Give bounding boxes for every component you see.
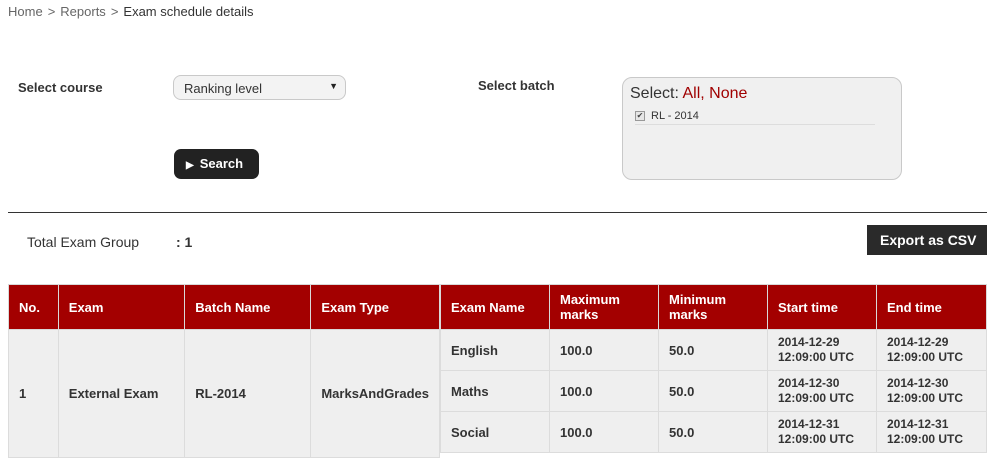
exam-group-table: No. Exam Batch Name Exam Type 1 External… xyxy=(8,284,440,458)
cell-exam: External Exam xyxy=(57,329,186,458)
table-row: Social 100.0 50.0 2014-12-31 12:09:00 UT… xyxy=(440,411,987,453)
cell-start-time: 2014-12-29 12:09:00 UTC xyxy=(767,329,877,371)
cell-exam-name: Social xyxy=(440,411,550,453)
cell-max-marks: 100.0 xyxy=(549,370,659,412)
breadcrumb: Home > Reports > Exam schedule details xyxy=(8,4,253,19)
select-all-link[interactable]: All xyxy=(682,85,700,102)
breadcrumb-separator: > xyxy=(47,4,56,19)
batch-select-prefix: Select: xyxy=(630,85,679,102)
exam-schedule-table: Exam Name Maximum marks Minimum marks St… xyxy=(440,284,987,453)
cell-end-time: 2014-12-31 12:09:00 UTC xyxy=(876,411,987,453)
col-header-exam-name: Exam Name xyxy=(440,284,550,330)
table-row: Maths 100.0 50.0 2014-12-30 12:09:00 UTC… xyxy=(440,370,987,412)
total-exam-group-value: : 1 xyxy=(176,234,193,250)
cell-start-time: 2014-12-31 12:09:00 UTC xyxy=(767,411,877,453)
cell-min-marks: 50.0 xyxy=(658,411,768,453)
course-label: Select course xyxy=(18,80,103,95)
checkbox-checked-icon[interactable]: ✔ xyxy=(635,111,645,121)
cell-min-marks: 50.0 xyxy=(658,370,768,412)
select-none-link[interactable]: None xyxy=(709,85,747,102)
col-header-end-time: End time xyxy=(876,284,987,330)
cell-no: 1 xyxy=(8,329,59,458)
select-separator: , xyxy=(700,85,705,102)
table-row: English 100.0 50.0 2014-12-29 12:09:00 U… xyxy=(440,329,987,371)
course-select-value: Ranking level xyxy=(184,81,263,96)
cell-exam-name: Maths xyxy=(440,370,550,412)
section-divider xyxy=(8,212,987,213)
cell-exam-type: MarksAndGrades xyxy=(310,329,440,458)
cell-batch-name: RL-2014 xyxy=(184,329,312,458)
cell-start-time: 2014-12-30 12:09:00 UTC xyxy=(767,370,877,412)
cell-max-marks: 100.0 xyxy=(549,329,659,371)
batch-select-controls: Select: All, None xyxy=(630,85,747,103)
col-header-batch-name: Batch Name xyxy=(184,284,312,330)
play-icon: ▶ xyxy=(186,160,194,171)
breadcrumb-separator: > xyxy=(110,4,119,19)
col-header-no: No. xyxy=(8,284,59,330)
course-select[interactable]: Ranking level ▼ xyxy=(173,75,346,100)
table-header-row: No. Exam Batch Name Exam Type xyxy=(8,284,440,330)
search-button[interactable]: ▶ Search xyxy=(174,149,259,179)
export-csv-button[interactable]: Export as CSV xyxy=(867,225,987,255)
cell-exam-name: English xyxy=(440,329,550,371)
total-exam-group-label: Total Exam Group xyxy=(27,234,140,250)
chevron-down-icon: ▼ xyxy=(329,81,338,91)
col-header-exam-type: Exam Type xyxy=(310,284,440,330)
breadcrumb-current: Exam schedule details xyxy=(123,4,254,19)
cell-max-marks: 100.0 xyxy=(549,411,659,453)
table-header-row: Exam Name Maximum marks Minimum marks St… xyxy=(440,284,987,330)
col-header-max-marks: Maximum marks xyxy=(549,284,659,330)
cell-min-marks: 50.0 xyxy=(658,329,768,371)
cell-end-time: 2014-12-29 12:09:00 UTC xyxy=(876,329,987,371)
table-row: 1 External Exam RL-2014 MarksAndGrades xyxy=(8,329,440,458)
batch-label: Select batch xyxy=(478,78,555,93)
search-button-label: Search xyxy=(199,156,244,171)
breadcrumb-reports[interactable]: Reports xyxy=(60,4,106,19)
batch-select-box: Select: All, None ✔ RL - 2014 xyxy=(622,77,902,180)
col-header-min-marks: Minimum marks xyxy=(658,284,768,330)
col-header-exam: Exam xyxy=(57,284,186,330)
col-header-start-time: Start time xyxy=(767,284,877,330)
cell-end-time: 2014-12-30 12:09:00 UTC xyxy=(876,370,987,412)
breadcrumb-home[interactable]: Home xyxy=(8,4,43,19)
batch-option[interactable]: ✔ RL - 2014 xyxy=(635,110,875,125)
batch-option-label: RL - 2014 xyxy=(651,110,699,122)
